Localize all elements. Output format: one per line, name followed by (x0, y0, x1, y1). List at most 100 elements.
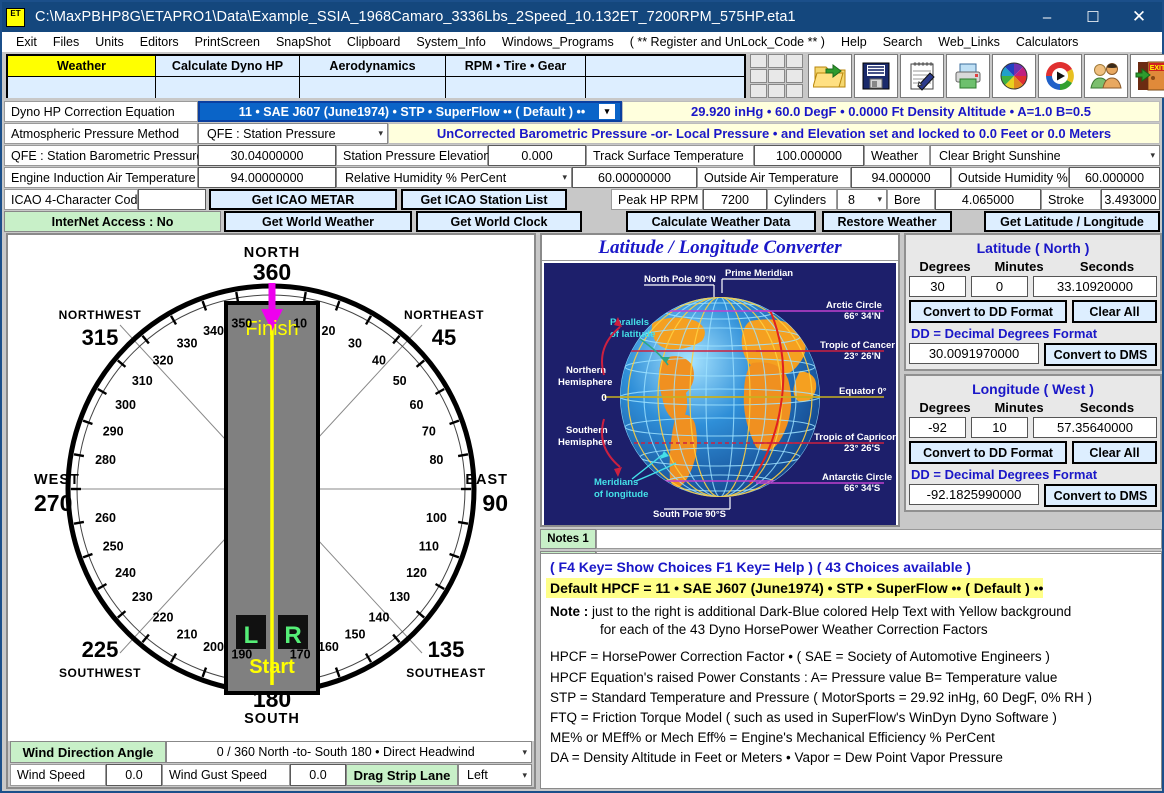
tab-row2-cell-2[interactable] (156, 77, 300, 98)
latitude-clear-all-button[interactable]: Clear All (1072, 300, 1157, 323)
notepad-pen-icon[interactable] (900, 54, 944, 98)
color-wheel-icon[interactable] (992, 54, 1036, 98)
longitude-convert-to-dd-button[interactable]: Convert to DD Format (909, 441, 1067, 464)
menu-item-snapshot[interactable]: SnapShot (268, 35, 339, 49)
menu-item-help[interactable]: Help (833, 35, 875, 49)
exit-door-icon[interactable]: EXIT (1130, 54, 1164, 98)
latitude-convert-to-dms-button[interactable]: Convert to DMS (1044, 343, 1157, 366)
get-icao-metar-button[interactable]: Get ICAO METAR (209, 189, 397, 210)
restore-weather-button[interactable]: Restore Weather (822, 211, 952, 232)
latitude-longitude-converter-panel: Latitude / Longitude Converter Prime Mer… (540, 233, 900, 527)
compass-degree-label: 290 (103, 425, 124, 439)
bore-input[interactable]: 4.065000 (935, 189, 1041, 210)
chevron-down-icon[interactable]: ▾ (1150, 150, 1155, 161)
menu-item-clipboard[interactable]: Clipboard (339, 35, 409, 49)
chevron-down-icon[interactable]: ▾ (378, 128, 383, 139)
relative-humidity-input[interactable]: 60.00000000 (572, 167, 697, 188)
longitude-degrees-input[interactable]: -92 (909, 417, 966, 438)
longitude-seconds-input[interactable]: 57.35640000 (1033, 417, 1157, 438)
get-world-clock-button[interactable]: Get World Clock (416, 211, 582, 232)
menu-item-search[interactable]: Search (875, 35, 931, 49)
get-latitude-longitude-button[interactable]: Get Latitude / Longitude (984, 211, 1160, 232)
compass-diagram[interactable]: Finish L R Start NORTH 360 SOUTH 180 WES… (8, 235, 534, 743)
menu-item-files[interactable]: Files (45, 35, 87, 49)
peak-hp-rpm-input[interactable]: 7200 (703, 189, 767, 210)
relative-humidity-select[interactable]: Relative Humidity % PerCent ▾ (336, 167, 572, 188)
get-world-weather-button[interactable]: Get World Weather (224, 211, 412, 232)
grid-cell (750, 54, 767, 68)
calculate-weather-data-button[interactable]: Calculate Weather Data (626, 211, 816, 232)
tab-empty[interactable] (586, 56, 744, 77)
tab-weather[interactable]: Weather (8, 56, 156, 77)
longitude-minutes-input[interactable]: 10 (971, 417, 1028, 438)
svg-text:R: R (284, 622, 301, 649)
compass-svg: Finish L R Start NORTH 360 SOUTH 180 WES… (34, 245, 508, 727)
maximize-icon[interactable]: ☐ (1070, 2, 1116, 32)
tab-row2-cell-1[interactable] (8, 77, 156, 98)
menu-item-system-info[interactable]: System_Info (408, 35, 493, 49)
help-text-panel: ( F4 Key= Show Choices F1 Key= Help ) ( … (540, 553, 1162, 789)
station-elevation-input[interactable]: 0.000 (488, 145, 586, 166)
svg-text:Hemisphere: Hemisphere (558, 377, 612, 388)
induction-temp-input[interactable]: 94.00000000 (198, 167, 336, 188)
latitude-degrees-input[interactable]: 30 (909, 276, 966, 297)
play-media-icon[interactable] (1038, 54, 1082, 98)
save-disk-icon[interactable] (854, 54, 898, 98)
get-icao-station-list-button[interactable]: Get ICAO Station List (401, 189, 567, 210)
dyno-hp-value: 11 • SAE J607 (June1974) • STP • SuperFl… (238, 104, 586, 119)
latitude-card: Latitude ( North ) Degrees Minutes Secon… (904, 233, 1162, 371)
drag-strip-lane-select[interactable]: Left ▾ (458, 764, 532, 786)
tab-rpm-tire-gear[interactable]: RPM • Tire • Gear (446, 56, 586, 77)
relative-humidity-label: Relative Humidity % PerCent (345, 170, 507, 185)
chevron-down-icon[interactable]: ▾ (522, 747, 527, 758)
outside-humidity-input[interactable]: 60.000000 (1069, 167, 1160, 188)
minimize-icon[interactable]: – (1024, 2, 1070, 32)
latitude-convert-to-dd-button[interactable]: Convert to DD Format (909, 300, 1067, 323)
menu-item-exit[interactable]: Exit (8, 35, 45, 49)
chevron-down-icon[interactable]: ▾ (522, 770, 527, 781)
weather-select[interactable]: Clear Bright Sunshine ▾ (930, 145, 1160, 166)
track-temp-input[interactable]: 100.000000 (754, 145, 864, 166)
tab-row2-cell-4[interactable] (446, 77, 586, 98)
longitude-convert-to-dms-button[interactable]: Convert to DMS (1044, 484, 1157, 507)
tab-calculate-dyno-hp[interactable]: Calculate Dyno HP (156, 56, 300, 77)
chevron-down-icon[interactable]: ▾ (599, 104, 615, 119)
atm-method-select[interactable]: QFE : Station Pressure ▾ (198, 123, 388, 144)
wind-direction-angle-select[interactable]: 0 / 360 North -to- South 180 • Direct He… (166, 741, 532, 763)
tab-row2-cell-5[interactable] (586, 77, 744, 98)
menu-item-calculators[interactable]: Calculators (1008, 35, 1087, 49)
printer-icon[interactable] (946, 54, 990, 98)
chevron-down-icon[interactable]: ▾ (877, 194, 882, 205)
users-icon[interactable] (1084, 54, 1128, 98)
tab-row2-cell-3[interactable] (300, 77, 446, 98)
stroke-input[interactable]: 3.493000 (1101, 189, 1160, 210)
wind-gust-speed-input[interactable]: 0.0 (290, 764, 346, 786)
latitude-minutes-input[interactable]: 0 (971, 276, 1028, 297)
tab-aerodynamics[interactable]: Aerodynamics (300, 56, 446, 77)
longitude-dd-input[interactable]: -92.1825990000 (909, 484, 1039, 505)
close-icon[interactable]: ✕ (1116, 2, 1162, 32)
menu-item-editors[interactable]: Editors (132, 35, 187, 49)
menu-item-units[interactable]: Units (87, 35, 131, 49)
menu-item-printscreen[interactable]: PrintScreen (187, 35, 268, 49)
menu-item-windows-programs[interactable]: Windows_Programs (494, 35, 622, 49)
notes-1-input[interactable] (596, 529, 1162, 549)
latitude-seconds-input[interactable]: 33.10920000 (1033, 276, 1157, 297)
svg-text:135: 135 (428, 637, 465, 662)
chevron-down-icon[interactable]: ▾ (562, 172, 567, 183)
wind-speed-input[interactable]: 0.0 (106, 764, 162, 786)
longitude-clear-all-button[interactable]: Clear All (1072, 441, 1157, 464)
dyno-hp-select[interactable]: 11 • SAE J607 (June1974) • STP • SuperFl… (198, 101, 622, 122)
longitude-dd-row: -92.1825990000 Convert to DMS (909, 484, 1157, 507)
latitude-dd-input[interactable]: 30.0091970000 (909, 343, 1039, 364)
stroke-label: Stroke (1041, 189, 1101, 210)
open-folder-icon[interactable] (808, 54, 852, 98)
qfe-input[interactable]: 30.04000000 (198, 145, 336, 166)
menu-item-web-links[interactable]: Web_Links (930, 35, 1008, 49)
outside-air-temp-input[interactable]: 94.000000 (851, 167, 951, 188)
compass-degree-label: 110 (419, 539, 439, 553)
icao-code-input[interactable] (138, 189, 206, 210)
track-temp-label: Track Surface Temperature (586, 145, 754, 166)
menu-item-register-unlock[interactable]: ( ** Register and UnLock_Code ** ) (622, 35, 833, 49)
cylinders-select[interactable]: 8 ▾ (837, 189, 887, 210)
